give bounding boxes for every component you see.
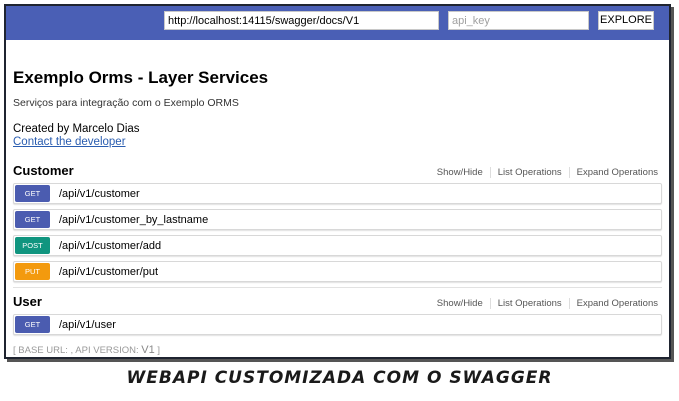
swagger-window: EXPLORE Exemplo Orms - Layer Services Se… — [4, 4, 671, 359]
operation-path: /api/v1/customer/put — [59, 265, 159, 278]
method-badge-get: GET — [15, 316, 50, 333]
contact-developer-link[interactable]: Contact the developer — [13, 136, 662, 148]
api-version-value: V1 — [141, 344, 155, 356]
api-key-input[interactable] — [448, 11, 589, 30]
base-url-label: [ BASE URL: , API VERSION: — [13, 345, 139, 356]
method-badge-post: POST — [15, 237, 50, 254]
list-operations-link[interactable]: List Operations — [489, 298, 569, 309]
show-hide-link[interactable]: Show/Hide — [437, 298, 490, 309]
resource-section-customer: Customer Show/Hide List Operations Expan… — [13, 162, 662, 288]
operation-path: /api/v1/customer_by_lastname — [59, 213, 209, 226]
section-header: Customer Show/Hide List Operations Expan… — [13, 162, 662, 178]
section-links: Show/Hide List Operations Expand Operati… — [437, 167, 658, 178]
section-links: Show/Hide List Operations Expand Operati… — [437, 298, 658, 309]
method-badge-put: PUT — [15, 263, 50, 280]
page-title: Exemplo Orms - Layer Services — [13, 68, 269, 87]
operations-list: GET /api/v1/customer GET /api/v1/custome… — [13, 183, 662, 282]
main-content: Exemplo Orms - Layer Services Serviços p… — [6, 68, 669, 356]
section-header: User Show/Hide List Operations Expand Op… — [13, 293, 662, 309]
operation-row[interactable]: GET /api/v1/customer — [13, 183, 662, 204]
resource-section-user: User Show/Hide List Operations Expand Op… — [13, 293, 662, 335]
page-description: Serviços para integração com o Exemplo O… — [13, 97, 239, 109]
section-divider — [13, 287, 662, 288]
operation-path: /api/v1/customer/add — [59, 239, 162, 252]
image-caption: WEBAPI CUSTOMIZADA COM O SWAGGER — [126, 368, 553, 388]
operation-row[interactable]: POST /api/v1/customer/add — [13, 235, 662, 256]
operation-row[interactable]: GET /api/v1/customer_by_lastname — [13, 209, 662, 230]
operations-list: GET /api/v1/user — [13, 314, 662, 335]
footer-close-bracket: ] — [157, 345, 161, 356]
created-by-text: Created by Marcelo Dias — [13, 123, 140, 135]
expand-operations-link[interactable]: Expand Operations — [568, 298, 658, 309]
method-badge-get: GET — [15, 211, 50, 228]
operation-path: /api/v1/customer — [59, 187, 140, 200]
method-badge-get: GET — [15, 185, 50, 202]
section-title[interactable]: Customer — [13, 163, 74, 178]
top-header-bar: EXPLORE — [6, 6, 669, 40]
operation-path: /api/v1/user — [59, 318, 116, 331]
operation-row[interactable]: GET /api/v1/user — [13, 314, 662, 335]
api-footer: [ BASE URL: , API VERSION: V1 ] — [13, 344, 662, 356]
list-operations-link[interactable]: List Operations — [489, 167, 569, 178]
section-title[interactable]: User — [13, 294, 42, 309]
operation-row[interactable]: PUT /api/v1/customer/put — [13, 261, 662, 282]
docs-url-input[interactable] — [164, 11, 439, 30]
show-hide-link[interactable]: Show/Hide — [437, 167, 490, 178]
explore-button[interactable]: EXPLORE — [598, 11, 654, 30]
expand-operations-link[interactable]: Expand Operations — [568, 167, 658, 178]
